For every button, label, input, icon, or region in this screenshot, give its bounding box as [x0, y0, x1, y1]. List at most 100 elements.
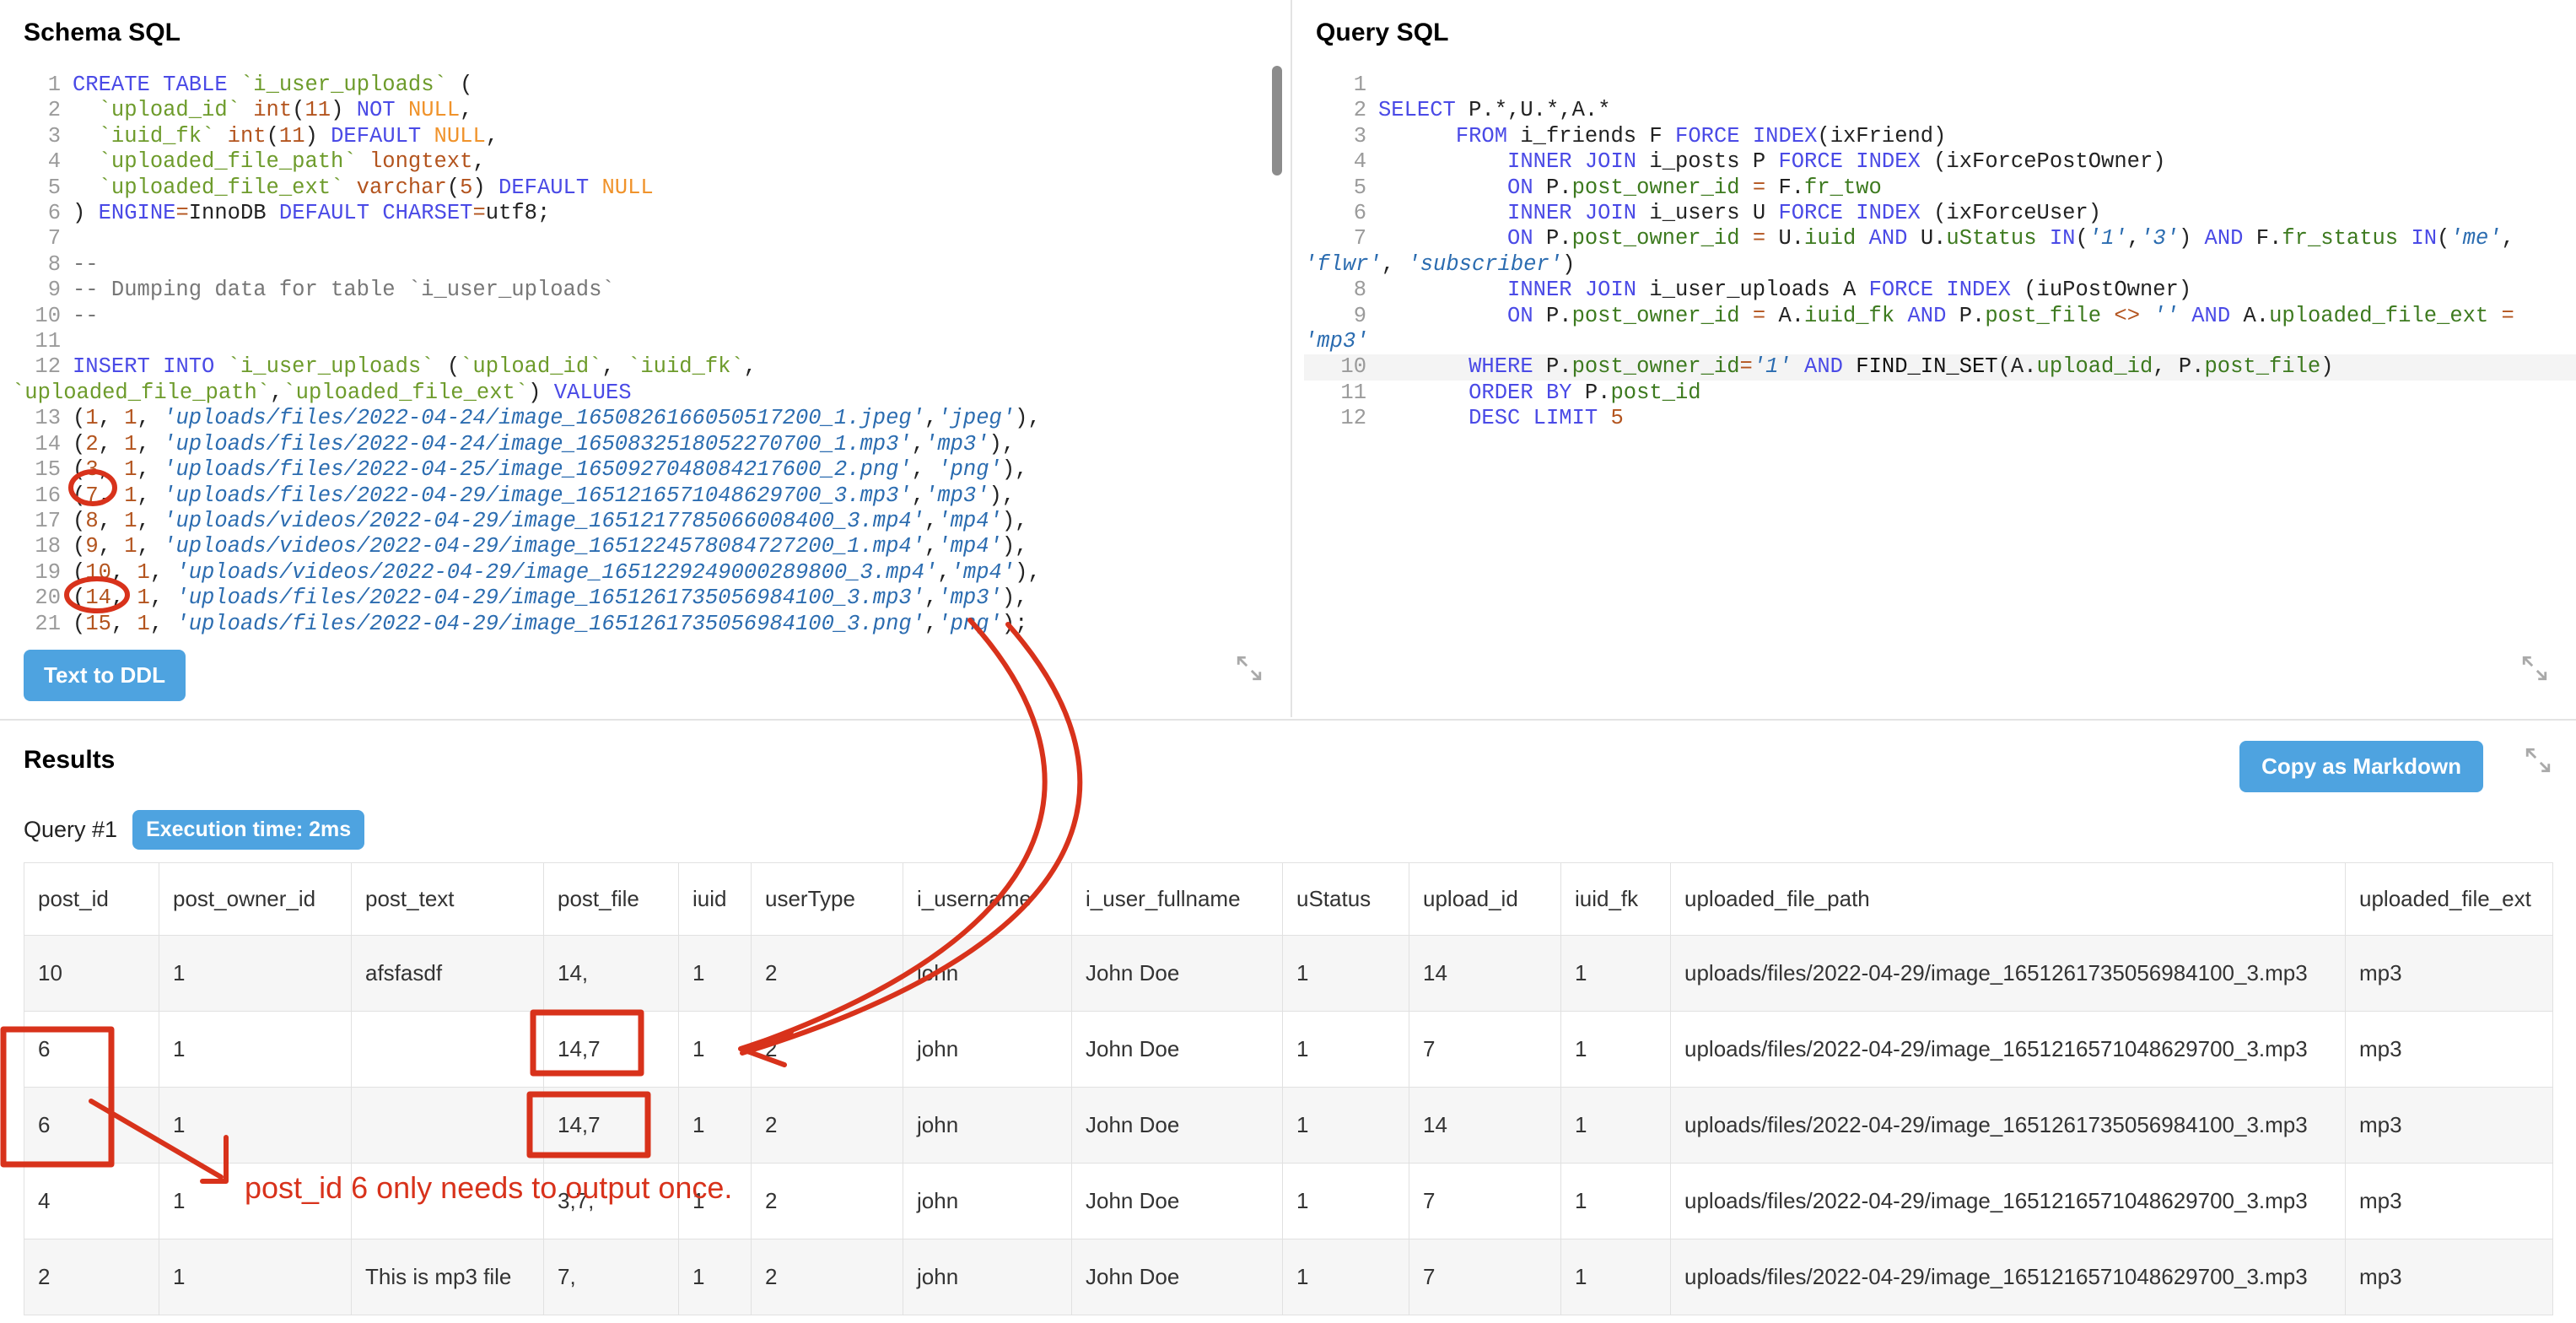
table-cell: 14,7 [543, 1087, 679, 1164]
column-header[interactable]: iuid_fk [1560, 862, 1671, 936]
line-number: 9 [47, 278, 61, 303]
editor-panes: Schema SQL 1 CREATE TABLE `i_user_uploads… [0, 0, 2576, 717]
column-header[interactable]: i_user_fullname [1071, 862, 1283, 936]
code-line[interactable]: 10 -- [12, 304, 1291, 329]
table-cell: 1 [159, 1011, 352, 1088]
code-line[interactable]: 5 `uploaded_file_ext` varchar(5) DEFAULT… [12, 176, 1291, 201]
column-header[interactable]: userType [751, 862, 903, 936]
table-cell: 1 [1560, 1239, 1671, 1315]
code-line[interactable]: 1 CREATE TABLE `i_user_uploads` ( [12, 73, 1291, 98]
table-cell: John Doe [1071, 1087, 1283, 1164]
schema-sql-editor[interactable]: 1 CREATE TABLE `i_user_uploads` (2 `uploa… [0, 73, 1291, 637]
code-line[interactable]: 10 WHERE P.post_owner_id='1' AND FIND_IN… [1304, 354, 2576, 381]
table-cell: 3,7, [543, 1163, 679, 1239]
code-line[interactable]: 6 INNER JOIN i_users U FORCE INDEX (ixFo… [1304, 201, 2576, 226]
line-number: 8 [1353, 278, 1366, 303]
table-cell: 14 [1409, 1087, 1561, 1164]
line-number: 11 [35, 329, 61, 354]
code-line[interactable]: 1 [1304, 73, 2576, 98]
table-cell: 2 [751, 935, 903, 1012]
table-cell: john [903, 1011, 1072, 1088]
code-line[interactable]: 7 [12, 226, 1291, 251]
code-line[interactable]: 15 (3, 1, 'uploads/files/2022-04-25/image… [12, 457, 1291, 483]
results-title: Results [24, 746, 116, 774]
column-header[interactable]: upload_id [1409, 862, 1561, 936]
table-cell: 2 [24, 1239, 159, 1315]
code-line[interactable]: 16 (7, 1, 'uploads/files/2022-04-29/image… [12, 483, 1291, 509]
line-number: 19 [35, 559, 61, 585]
table-row[interactable]: 4 1 3,7, 1 2 john John Doe 1 7 1 uploads/files/202… [24, 1163, 2553, 1239]
table-cell: uploads/files/2022-04-29/image_165121657… [1670, 1163, 2346, 1239]
column-header[interactable]: uStatus [1282, 862, 1409, 936]
code-line[interactable]: 9 -- Dumping data for table `i_user_uploa… [12, 278, 1291, 303]
column-header[interactable]: post_owner_id [159, 862, 352, 936]
code-line[interactable]: 4 INNER JOIN i_posts P FORCE INDEX (ixFo… [1304, 149, 2576, 175]
table-cell: uploads/files/2022-04-29/image_165121657… [1670, 1011, 2346, 1088]
column-header[interactable]: post_file [543, 862, 679, 936]
table-cell: mp3 [2345, 1163, 2553, 1239]
line-number: 3 [1353, 123, 1366, 148]
table-cell: uploads/files/2022-04-29/image_165126173… [1670, 935, 2346, 1012]
text-to-ddl-button[interactable]: Text to DDL [24, 650, 186, 701]
code-line[interactable]: 7 ON P.post_owner_id = U.iuid AND U.uSta… [1304, 226, 2576, 278]
code-line[interactable]: 4 `uploaded_file_path` longtext, [12, 149, 1291, 175]
copy-as-markdown-button[interactable]: Copy as Markdown [2239, 741, 2483, 792]
table-row[interactable]: 6 1 14,7 1 2 john John Doe 1 14 1 uploads/files/20… [24, 1087, 2553, 1164]
line-number: 6 [1353, 201, 1366, 226]
schema-sql-pane: Schema SQL 1 CREATE TABLE `i_user_uploads… [0, 0, 1292, 717]
code-line[interactable]: 3 FROM i_friends F FORCE INDEX(ixFriend) [1304, 124, 2576, 149]
code-line[interactable]: 8 -- [12, 252, 1291, 278]
table-cell: 1 [678, 1087, 752, 1164]
line-number: 1 [47, 73, 61, 97]
code-line[interactable]: 11 [12, 329, 1291, 354]
schema-sql-scrollbar[interactable] [1272, 66, 1282, 176]
execution-time-badge: Execution time: 2ms [132, 810, 365, 850]
code-line[interactable]: 2 SELECT P.*,U.*,A.* [1304, 98, 2576, 123]
table-cell: 1 [1560, 1087, 1671, 1164]
code-line[interactable]: 9 ON P.post_owner_id = A.iuid_fk AND P.p… [1304, 304, 2576, 355]
line-number: 8 [47, 251, 61, 277]
code-line[interactable]: 18 (9, 1, 'uploads/videos/2022-04-29/imag… [12, 534, 1291, 559]
expand-results-icon[interactable] [2524, 746, 2552, 775]
column-header[interactable]: uploaded_file_path [1670, 862, 2346, 936]
line-number: 18 [35, 534, 61, 559]
code-line[interactable]: 6) ENGINE=InnoDB DEFAULT CHARSET=utf8; [12, 201, 1291, 226]
line-number: 10 [35, 303, 61, 328]
query-number-label: Query #1 [24, 817, 118, 842]
code-line[interactable]: 5 ON P.post_owner_id = F.fr_two [1304, 176, 2576, 201]
code-line[interactable]: 20 (14, 1, 'uploads/files/2022-04-29/imag… [12, 586, 1291, 611]
expand-query-icon[interactable] [2520, 654, 2549, 683]
table-cell: John Doe [1071, 1239, 1283, 1315]
column-header[interactable]: post_text [351, 862, 544, 936]
code-line[interactable]: 19 (10, 1, 'uploads/videos/2022-04-29/ima… [12, 560, 1291, 586]
expand-schema-icon[interactable] [1235, 654, 1264, 683]
table-cell [351, 1087, 544, 1164]
code-line[interactable]: 17 (8, 1, 'uploads/videos/2022-04-29/imag… [12, 509, 1291, 534]
code-line[interactable]: 13 (1, 1, 'uploads/files/2022-04-24/image… [12, 406, 1291, 431]
table-cell: 2 [751, 1163, 903, 1239]
query-sql-editor[interactable]: 1 2 SELECT P.*,U.*,A.* 3 FROM i_friends F F… [1292, 73, 2576, 432]
code-line[interactable]: 11 ORDER BY P.post_id [1304, 381, 2576, 406]
code-line[interactable]: 12 DESC LIMIT 5 [1304, 406, 2576, 431]
code-line[interactable]: 21 (15, 1, 'uploads/files/2022-04-29/imag… [12, 612, 1291, 637]
code-line[interactable]: 8 INNER JOIN i_user_uploads A FORCE INDE… [1304, 278, 2576, 303]
table-cell: 6 [24, 1087, 159, 1164]
table-row[interactable]: 6 1 14,7 1 2 john John Doe 1 7 1 uploads/files/202… [24, 1011, 2553, 1088]
line-number: 1 [1353, 73, 1366, 97]
table-row[interactable]: 10 1 afsfasdf 14, 1 2 john John Doe 1 14 1 uploads/… [24, 935, 2553, 1012]
code-line[interactable]: 12 INSERT INTO `i_user_uploads` (`upload_… [12, 354, 1291, 406]
code-line[interactable]: 2 `upload_id` int(11) NOT NULL, [12, 98, 1291, 123]
table-cell: 1 [159, 1163, 352, 1239]
table-cell: mp3 [2345, 1239, 2553, 1315]
line-number: 12 [1340, 406, 1366, 431]
table-cell: 1 [1282, 935, 1409, 1012]
table-cell: 1 [1282, 1163, 1409, 1239]
column-header[interactable]: post_id [24, 862, 159, 936]
code-line[interactable]: 14 (2, 1, 'uploads/files/2022-04-24/image… [12, 432, 1291, 457]
column-header[interactable]: iuid [678, 862, 752, 936]
table-row[interactable]: 2 1 This is mp3 file 7, 1 2 john John Doe 1 7 1 upl… [24, 1239, 2553, 1315]
column-header[interactable]: uploaded_file_ext [2345, 862, 2553, 936]
column-header[interactable]: i_username [903, 862, 1072, 936]
code-line[interactable]: 3 `iuid_fk` int(11) DEFAULT NULL, [12, 124, 1291, 149]
table-cell: afsfasdf [351, 935, 544, 1012]
